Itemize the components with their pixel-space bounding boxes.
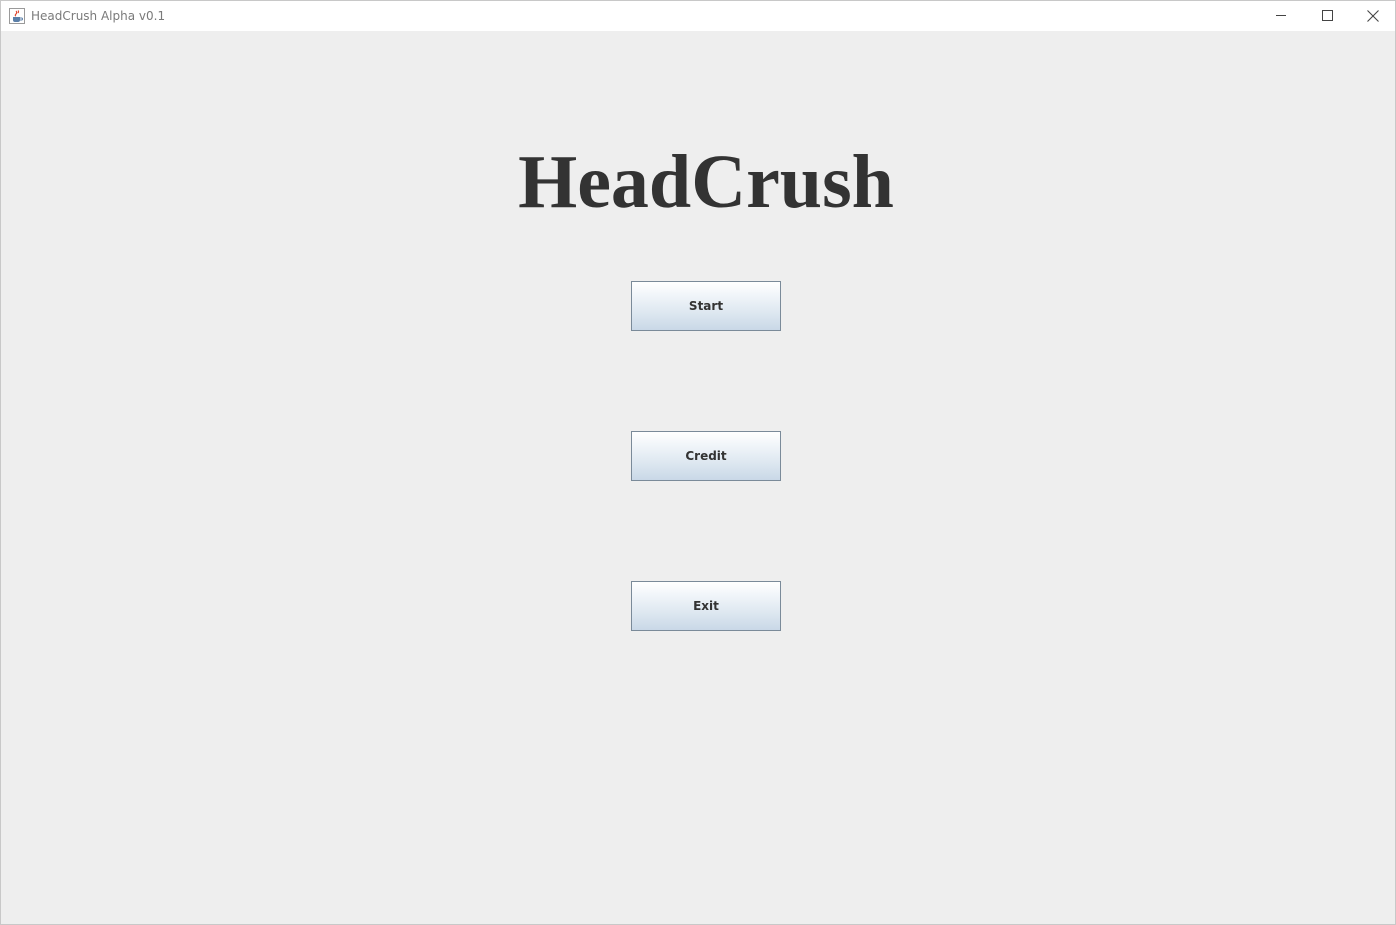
credit-button[interactable]: Credit xyxy=(631,431,781,481)
start-button[interactable]: Start xyxy=(631,281,781,331)
minimize-button[interactable] xyxy=(1258,1,1304,31)
maximize-button[interactable] xyxy=(1304,1,1350,31)
close-button[interactable] xyxy=(1349,1,1395,31)
java-cup-icon[interactable] xyxy=(9,8,25,24)
game-title: HeadCrush xyxy=(518,140,894,224)
app-window: HeadCrush Alpha v0.1 HeadCrush Start Cre… xyxy=(0,0,1396,925)
window-title: HeadCrush Alpha v0.1 xyxy=(31,9,166,23)
close-icon xyxy=(1367,10,1379,22)
exit-button[interactable]: Exit xyxy=(631,581,781,631)
maximize-icon xyxy=(1322,10,1333,21)
title-bar[interactable]: HeadCrush Alpha v0.1 xyxy=(1,1,1395,31)
main-menu-panel: HeadCrush Start Credit Exit xyxy=(1,31,1395,924)
minimize-icon xyxy=(1276,15,1286,16)
